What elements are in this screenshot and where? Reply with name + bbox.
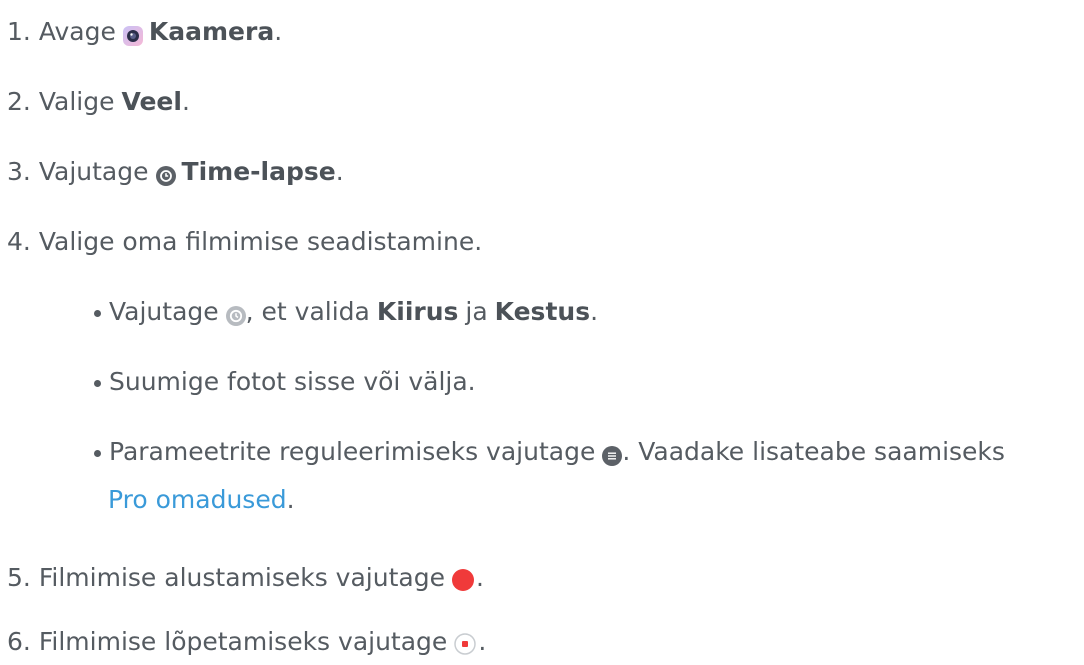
- step-2: 2. Valige Veel .: [7, 86, 190, 118]
- step-text: Filmimise alustamiseks vajutage: [38, 563, 445, 592]
- step-number: 5.: [7, 563, 31, 592]
- pro-omadused-link[interactable]: Pro omadused: [108, 484, 287, 516]
- punctuation: .: [478, 627, 487, 656]
- substep-speed-duration: Vajutage , et valida Kiirus ja Kestus .: [92, 296, 598, 328]
- step-text-middle: , et valida: [245, 297, 370, 326]
- punctuation: .: [181, 87, 190, 116]
- bullet: [94, 379, 101, 387]
- step-4: 4. Valige oma filmimise seadistamine.: [7, 226, 482, 258]
- step-text: Vajutage: [38, 157, 149, 186]
- step-number: 3.: [7, 157, 31, 186]
- time-lapse-label: Time-lapse: [181, 157, 336, 186]
- camera-app-icon: [122, 22, 143, 46]
- substep-parameters: Parameetrite reguleerimiseks vajutage . …: [92, 436, 1005, 468]
- substep-zoom: Suumige fotot sisse või välja.: [92, 366, 476, 398]
- step-text-after: . Vaadake lisateabe saamiseks: [622, 437, 1005, 466]
- kiirus-label: Kiirus: [376, 297, 459, 326]
- bullet: [94, 309, 101, 317]
- step-text: Valige oma filmimise seadistamine.: [38, 227, 483, 256]
- step-text-and: ja: [465, 297, 488, 326]
- bullet: [94, 449, 101, 457]
- time-lapse-icon: [155, 162, 176, 186]
- step-number: 4.: [7, 227, 31, 256]
- step-text: Suumige fotot sisse või välja.: [109, 367, 476, 396]
- step-text: Filmimise lõpetamiseks vajutage: [38, 627, 448, 656]
- step-text: Vajutage: [109, 297, 219, 326]
- step-1: 1. Avage Kaamera .: [7, 16, 282, 48]
- step-number: 6.: [7, 627, 31, 656]
- substep-parameters-link-line: Pro omadused .: [108, 484, 295, 516]
- punctuation: .: [475, 563, 484, 592]
- step-6: 6. Filmimise lõpetamiseks vajutage .: [7, 626, 486, 658]
- punctuation: .: [274, 17, 283, 46]
- parameters-menu-icon: [602, 442, 623, 466]
- step-5: 5. Filmimise alustamiseks vajutage .: [7, 562, 484, 594]
- punctuation: .: [335, 157, 344, 186]
- step-text: Avage: [38, 17, 116, 46]
- kaamera-label: Kaamera: [148, 17, 275, 46]
- step-3: 3. Vajutage Time-lapse .: [7, 156, 344, 188]
- stop-record-icon: [454, 631, 477, 655]
- veel-label: Veel: [121, 87, 182, 116]
- timer-settings-icon: [225, 302, 246, 326]
- punctuation: .: [590, 297, 599, 326]
- step-number: 2.: [7, 87, 31, 116]
- record-button-icon: [451, 567, 474, 591]
- punctuation: .: [286, 485, 295, 514]
- step-text: Parameetrite reguleerimiseks vajutage: [109, 437, 596, 466]
- kestus-label: Kestus: [494, 297, 591, 326]
- step-number: 1.: [7, 17, 31, 46]
- step-text: Valige: [38, 87, 115, 116]
